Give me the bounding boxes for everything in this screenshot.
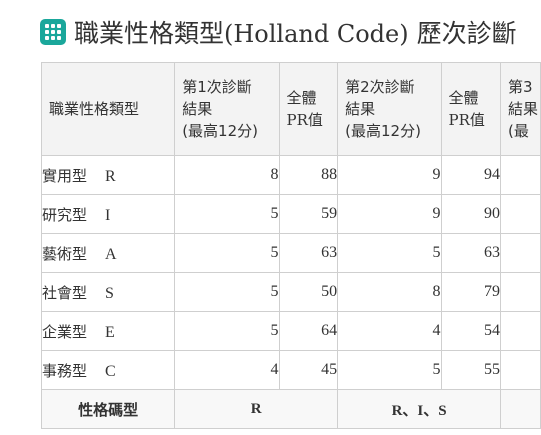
table-row: 企業型 E 5 64 4 54: [40, 311, 541, 351]
page-title-cjk-1: 職業性格類型: [74, 19, 225, 48]
type-cell: 企業型 E: [40, 311, 176, 351]
score-3-cell: [500, 350, 541, 390]
footer-code-3: [500, 389, 541, 429]
score-3-cell: [500, 194, 541, 234]
pr-1-cell: 45: [278, 350, 339, 390]
score-2-cell: 4: [337, 311, 442, 351]
score-3-cell: [500, 155, 541, 195]
header-diagnosis-2: 第2次診斷 結果 (最高12分): [337, 62, 442, 156]
page-title-latin: (Holland Code): [224, 20, 409, 48]
score-2-cell: 5: [337, 233, 442, 273]
table-row: 藝術型 A 5 63 5 63: [40, 233, 541, 273]
page-title: 職業性格類型(Holland Code) 歷次診斷: [74, 14, 517, 50]
table-header-row: 職業性格類型 第1次診斷 結果 (最高12分) 全體 PR值 第2次診斷 結果: [40, 62, 541, 156]
table-row: 社會型 S 5 50 8 79: [40, 272, 541, 312]
score-1-cell: 5: [174, 311, 280, 351]
type-cell: 研究型 I: [40, 194, 176, 234]
type-code: S: [105, 284, 114, 302]
pr-1-cell: 50: [278, 272, 339, 312]
score-1-cell: 4: [174, 350, 280, 390]
score-1-cell: 8: [174, 155, 280, 195]
score-3-cell: [500, 233, 541, 273]
type-code: I: [105, 206, 111, 224]
type-cell: 藝術型 A: [40, 233, 176, 273]
footer-label: 性格碼型: [40, 389, 176, 429]
score-2-cell: 8: [337, 272, 442, 312]
pr-2-cell: 79: [440, 272, 502, 312]
type-code: C: [105, 362, 116, 380]
pr-2-cell: 90: [440, 194, 502, 234]
type-cell: 社會型 S: [40, 272, 176, 312]
pr-2-cell: 54: [440, 311, 502, 351]
type-code: R: [105, 167, 116, 185]
type-name: 實用型: [42, 166, 88, 185]
page-title-row: 職業性格類型(Holland Code) 歷次診斷: [40, 12, 517, 52]
table-row: 事務型 C 4 45 5 55: [40, 350, 541, 390]
score-3-cell: [500, 272, 541, 312]
header-diagnosis-1: 第1次診斷 結果 (最高12分): [174, 62, 280, 156]
type-cell: 事務型 C: [40, 350, 176, 390]
header-pr-2: 全體 PR值: [440, 62, 502, 156]
header-type: 職業性格類型: [40, 62, 176, 156]
score-1-cell: 5: [174, 272, 280, 312]
type-cell: 實用型 R: [40, 155, 176, 195]
pr-2-cell: 55: [440, 350, 502, 390]
pr-2-cell: 94: [440, 155, 502, 195]
type-name: 事務型: [42, 361, 88, 380]
score-2-cell: 9: [337, 155, 442, 195]
score-3-cell: [500, 311, 541, 351]
table-footer-row: 性格碼型 R R、I、S: [40, 389, 541, 429]
pr-1-cell: 59: [278, 194, 339, 234]
type-name: 企業型: [42, 322, 88, 341]
table-row: 研究型 I 5 59 9 90: [40, 194, 541, 234]
score-2-cell: 5: [337, 350, 442, 390]
grid-icon: [40, 19, 66, 45]
type-name: 社會型: [42, 283, 88, 302]
type-code: A: [105, 245, 117, 263]
score-1-cell: 5: [174, 194, 280, 234]
pr-1-cell: 88: [278, 155, 339, 195]
header-pr-1: 全體 PR值: [278, 62, 339, 156]
pr-1-cell: 63: [278, 233, 339, 273]
type-code: E: [105, 323, 115, 341]
score-1-cell: 5: [174, 233, 280, 273]
holland-code-table: 職業性格類型 第1次診斷 結果 (最高12分) 全體 PR值 第2次診斷 結果: [40, 62, 541, 429]
pr-2-cell: 63: [440, 233, 502, 273]
footer-code-1: R: [174, 389, 339, 429]
table-row: 實用型 R 8 88 9 94: [40, 155, 541, 195]
type-name: 藝術型: [42, 244, 88, 263]
score-2-cell: 9: [337, 194, 442, 234]
type-name: 研究型: [42, 205, 88, 224]
footer-code-2: R、I、S: [337, 389, 502, 429]
pr-1-cell: 64: [278, 311, 339, 351]
header-diagnosis-3: 第3 結果 (最: [500, 62, 541, 156]
page-title-cjk-2: 歷次診斷: [416, 19, 517, 48]
